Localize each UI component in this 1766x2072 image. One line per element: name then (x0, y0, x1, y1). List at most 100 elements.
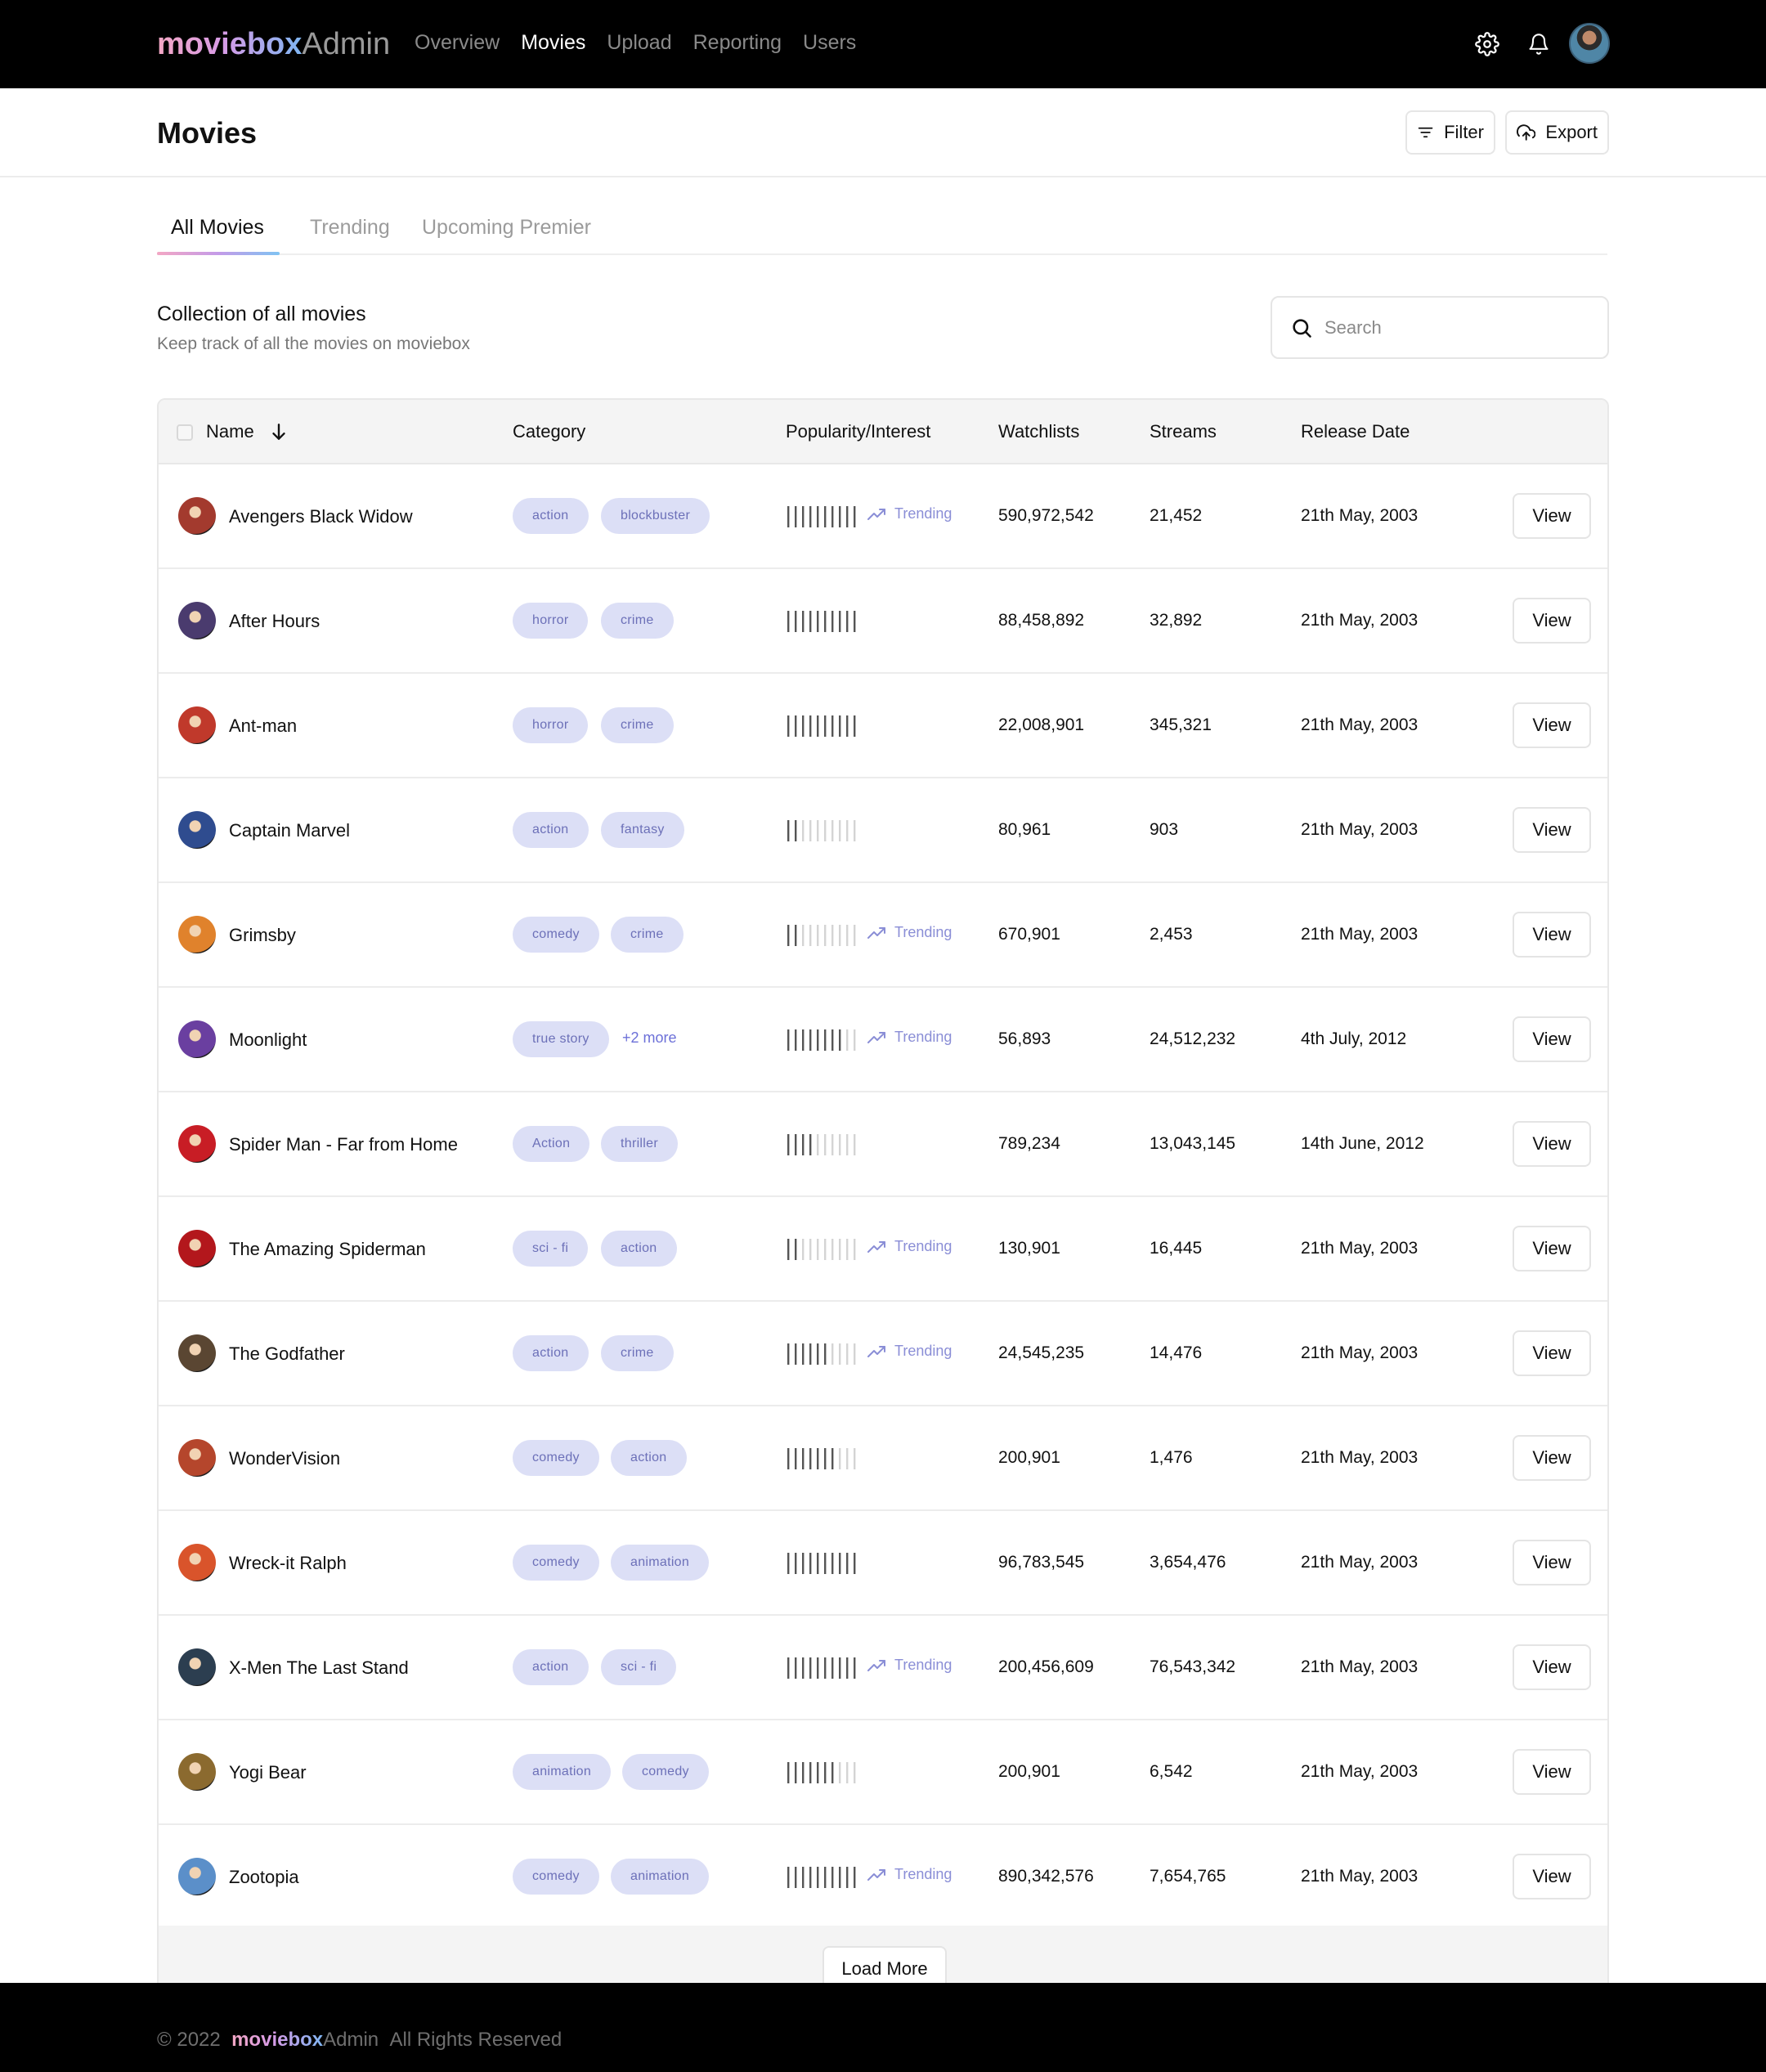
column-streams: Streams (1150, 421, 1217, 442)
category-tag[interactable]: animation (513, 1754, 612, 1790)
bell-icon[interactable] (1524, 29, 1553, 59)
popularity-bar (809, 715, 812, 737)
nav-link-upload[interactable]: Upload (607, 31, 671, 55)
category-tag[interactable]: blockbuster (601, 498, 710, 534)
movie-name: After Hours (229, 611, 320, 631)
category-tag[interactable]: sci - fi (601, 1649, 677, 1685)
category-tag[interactable]: action (513, 498, 589, 534)
brand-logo[interactable]: movieboxAdmin (157, 26, 390, 62)
view-button[interactable]: View (1513, 493, 1591, 539)
nav-link-users[interactable]: Users (803, 31, 856, 55)
filter-icon (1418, 127, 1433, 138)
trending-indicator: Trending (867, 1866, 952, 1883)
arrow-down-icon[interactable] (268, 419, 289, 444)
view-button[interactable]: View (1513, 1540, 1591, 1585)
view-button[interactable]: View (1513, 1121, 1591, 1167)
category-tag[interactable]: comedy (513, 1545, 599, 1581)
category-tag[interactable]: action (513, 1335, 589, 1371)
category-tag[interactable]: crime (611, 917, 684, 953)
nav-link-reporting[interactable]: Reporting (693, 31, 782, 55)
category-tag[interactable]: sci - fi (513, 1231, 589, 1267)
category-tag[interactable]: animation (611, 1859, 710, 1895)
view-button[interactable]: View (1513, 1330, 1591, 1376)
column-popularity: Popularity/Interest (786, 421, 931, 442)
nav-link-movies[interactable]: Movies (521, 31, 585, 55)
view-button[interactable]: View (1513, 702, 1591, 748)
popularity-bar (824, 925, 827, 946)
search-box (1271, 296, 1609, 359)
category-tag[interactable]: action (601, 1231, 677, 1267)
category-tag[interactable]: comedy (513, 1440, 599, 1476)
table-row: Ant-man horror crime 22,008,901 345,321 21th … (159, 674, 1607, 778)
category-tag[interactable]: action (513, 812, 589, 848)
more-tags-link[interactable]: +2 more (622, 1029, 677, 1047)
gear-icon[interactable] (1472, 29, 1502, 59)
release-date: 21th May, 2003 (1301, 1762, 1419, 1781)
popularity-bar (854, 820, 856, 841)
movie-tabs: All Movies Trending Upcoming Premier (157, 213, 1607, 255)
movie-name: Ant-man (229, 715, 298, 736)
table-row: Captain Marvel action fantasy 80,961 903 21th… (159, 778, 1607, 883)
view-button[interactable]: View (1513, 1226, 1591, 1271)
category-tag[interactable]: Action (513, 1126, 590, 1162)
page-footer: © 2022 movieboxAdmin All Rights Reserved (0, 1983, 1766, 2072)
view-button[interactable]: View (1513, 1749, 1591, 1795)
footer-text: © 2022 movieboxAdmin All Rights Reserved (157, 2029, 562, 2052)
popularity-bar (795, 1448, 797, 1469)
view-button[interactable]: View (1513, 1435, 1591, 1481)
watchlists-count: 590,972,542 (998, 506, 1094, 525)
cloud-upload-icon (1517, 124, 1536, 141)
view-button[interactable]: View (1513, 912, 1591, 958)
category-tag[interactable]: crime (601, 603, 674, 639)
table-row: Moonlight true story +2 more Trending 56,893… (159, 988, 1607, 1092)
popularity-bar (846, 1867, 849, 1888)
trending-indicator: Trending (867, 924, 952, 941)
popularity-bar (824, 1762, 827, 1783)
top-navbar: movieboxAdmin Overview Movies Upload Report… (0, 0, 1766, 88)
popularity-bar (824, 1343, 827, 1365)
view-button[interactable]: View (1513, 807, 1591, 853)
category-tag[interactable]: horror (513, 707, 589, 743)
tab-upcoming-premier[interactable]: Upcoming Premier (422, 216, 591, 240)
category-tag[interactable]: action (611, 1440, 687, 1476)
trending-up-icon (867, 508, 885, 520)
popularity-bar (839, 1657, 841, 1679)
view-button[interactable]: View (1513, 1644, 1591, 1690)
column-release-date: Release Date (1301, 421, 1410, 442)
category-tag[interactable]: action (513, 1649, 589, 1685)
brand-name: moviebox (157, 27, 303, 61)
popularity-bar (802, 1553, 805, 1574)
nav-link-overview[interactable]: Overview (415, 31, 500, 55)
footer-copyright: © 2022 (157, 2029, 221, 2051)
category-tag[interactable]: crime (601, 707, 674, 743)
category-tag[interactable]: animation (611, 1545, 710, 1581)
category-tag[interactable]: fantasy (601, 812, 684, 848)
tab-all-movies[interactable]: All Movies (171, 216, 264, 240)
popularity-bar (787, 611, 790, 632)
user-avatar[interactable] (1569, 23, 1610, 64)
tab-trending[interactable]: Trending (310, 216, 390, 240)
popularity-meter (787, 925, 856, 946)
view-button[interactable]: View (1513, 598, 1591, 644)
popularity-meter (787, 1134, 856, 1155)
popularity-bar (817, 1448, 819, 1469)
table-row: WonderVision comedy action 200,901 1,476 21th… (159, 1406, 1607, 1511)
popularity-bar (831, 1448, 834, 1469)
category-tag[interactable]: thriller (601, 1126, 678, 1162)
popularity-bar (831, 506, 834, 527)
select-all-checkbox[interactable] (177, 424, 193, 441)
view-button[interactable]: View (1513, 1016, 1591, 1062)
category-tag[interactable]: crime (601, 1335, 674, 1371)
category-tag[interactable]: true story (513, 1021, 609, 1057)
category-tag[interactable]: comedy (513, 1859, 599, 1895)
search-input[interactable] (1324, 316, 1586, 339)
category-tag[interactable]: horror (513, 603, 589, 639)
export-button[interactable]: Export (1505, 110, 1609, 155)
category-tag[interactable]: comedy (513, 917, 599, 953)
streams-count: 16,445 (1150, 1239, 1203, 1258)
category-tag[interactable]: comedy (622, 1754, 709, 1790)
popularity-bar (795, 715, 797, 737)
column-name[interactable]: Name (206, 421, 254, 442)
filter-button[interactable]: Filter (1405, 110, 1495, 155)
view-button[interactable]: View (1513, 1854, 1591, 1899)
